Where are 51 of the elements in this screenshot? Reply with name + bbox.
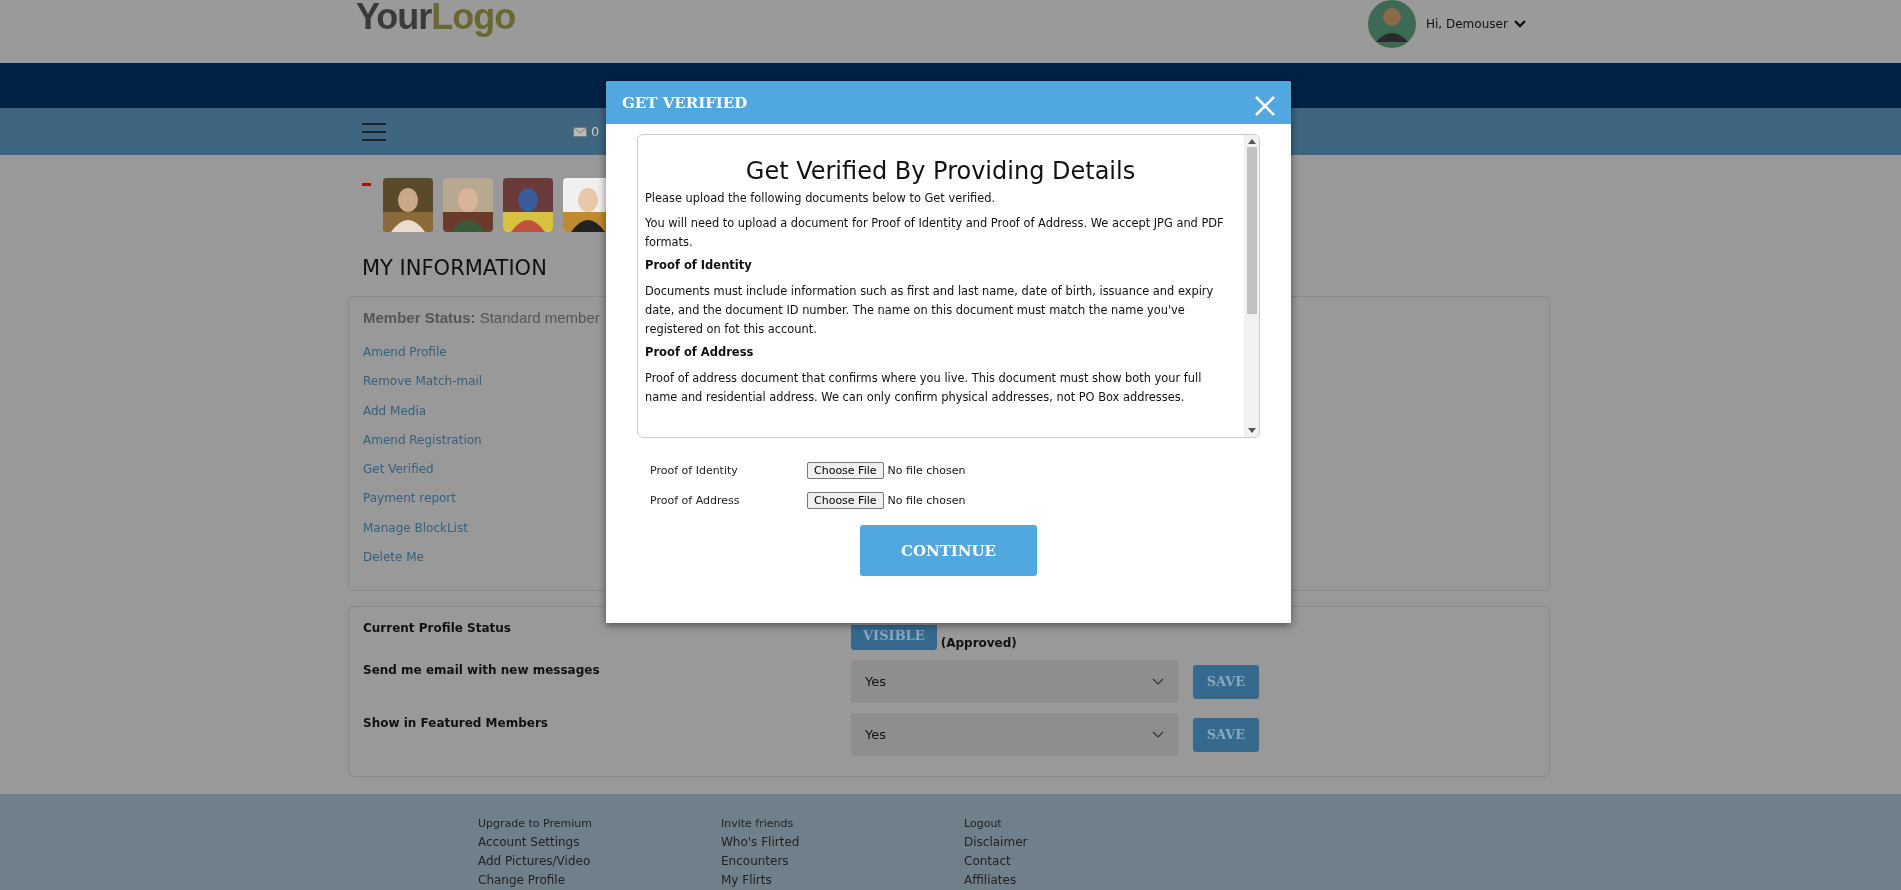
status-note: (Approved) xyxy=(940,636,1017,650)
setting-label: Send me email with new messages xyxy=(363,662,601,677)
paragraph: Proof of address document that confirms where you live. This document must show both your full name and residential address. We can only confirm physical addresses, not PO Box addresses. xyxy=(645,370,1203,406)
choose-file-button[interactable]: Choose File xyxy=(807,491,884,509)
continue-button[interactable]: CONTINUE xyxy=(860,525,1037,576)
setting-label: Current Profile Status xyxy=(363,620,512,635)
footer-link[interactable]: Contact xyxy=(964,852,1207,871)
footer-link[interactable]: Logout xyxy=(964,814,1207,833)
subheading: Proof of Address xyxy=(645,345,755,359)
footer-link[interactable]: Upgrade to Premium xyxy=(478,814,721,833)
footer-link[interactable]: Invite friends xyxy=(721,814,964,833)
footer-link[interactable]: Who's Flirted xyxy=(721,833,964,852)
footer-link[interactable]: Affiliates xyxy=(964,871,1207,890)
avatar-icon[interactable] xyxy=(1368,0,1416,48)
section-title: MY INFORMATION xyxy=(362,255,547,282)
user-menu[interactable]: Hi, Demouser xyxy=(1426,17,1508,31)
scrollbar[interactable] xyxy=(1244,135,1259,437)
footer-link[interactable]: Change Profile xyxy=(478,871,721,890)
dialog-heading: Get Verified By Providing Details xyxy=(744,157,1137,185)
save-button[interactable]: SAVE xyxy=(1193,664,1259,699)
paragraph: You will need to upload a document for Proof of Identity and Proof of Address. We accept JPG and PDF formats. xyxy=(645,215,1225,251)
member-status: Member Status: Standard member xyxy=(363,309,600,326)
footer-link[interactable]: My Flirts xyxy=(721,871,964,890)
select-field[interactable]: Yes xyxy=(851,660,1178,703)
choose-file-button[interactable]: Choose File xyxy=(807,461,884,479)
upload-label: Proof of Identity xyxy=(650,463,739,477)
footer-link[interactable]: Encounters xyxy=(721,852,964,871)
chevron-down-icon xyxy=(1152,677,1164,686)
footer-link[interactable]: Account Settings xyxy=(478,833,721,852)
file-status: No file chosen xyxy=(887,463,966,477)
chevron-down-icon xyxy=(1152,730,1164,739)
menu-icon[interactable] xyxy=(362,122,386,141)
select-field[interactable]: Yes xyxy=(851,713,1178,756)
footer-link[interactable]: Disclaimer xyxy=(964,833,1207,852)
close-icon[interactable] xyxy=(1255,95,1275,116)
save-button[interactable]: SAVE xyxy=(1193,717,1259,752)
file-status: No file chosen xyxy=(887,493,966,507)
mail-icon[interactable] xyxy=(573,126,587,137)
status-badge: VISIBLE xyxy=(851,625,937,650)
setting-label: Show in Featured Members xyxy=(363,715,549,730)
caret-icon[interactable] xyxy=(1513,20,1526,28)
paragraph: Please upload the following documents below to Get verified. xyxy=(645,190,997,207)
logo[interactable]: YourLogo xyxy=(356,0,516,38)
subheading: Proof of Identity xyxy=(645,258,753,272)
footer-link[interactable]: Add Pictures/Video xyxy=(478,852,721,871)
mail-count: 0 xyxy=(591,124,600,139)
dialog-title: GET VERIFIED xyxy=(622,93,748,112)
scroll-down-icon[interactable] xyxy=(1247,428,1256,433)
upload-label: Proof of Address xyxy=(650,493,741,507)
paragraph: Documents must include information such as first and last name, date of birth, issuance and expiry date, and the document ID number. The name on this document must match the name you've registered on fot this account. xyxy=(645,283,1215,338)
scroll-up-icon[interactable] xyxy=(1247,139,1256,144)
